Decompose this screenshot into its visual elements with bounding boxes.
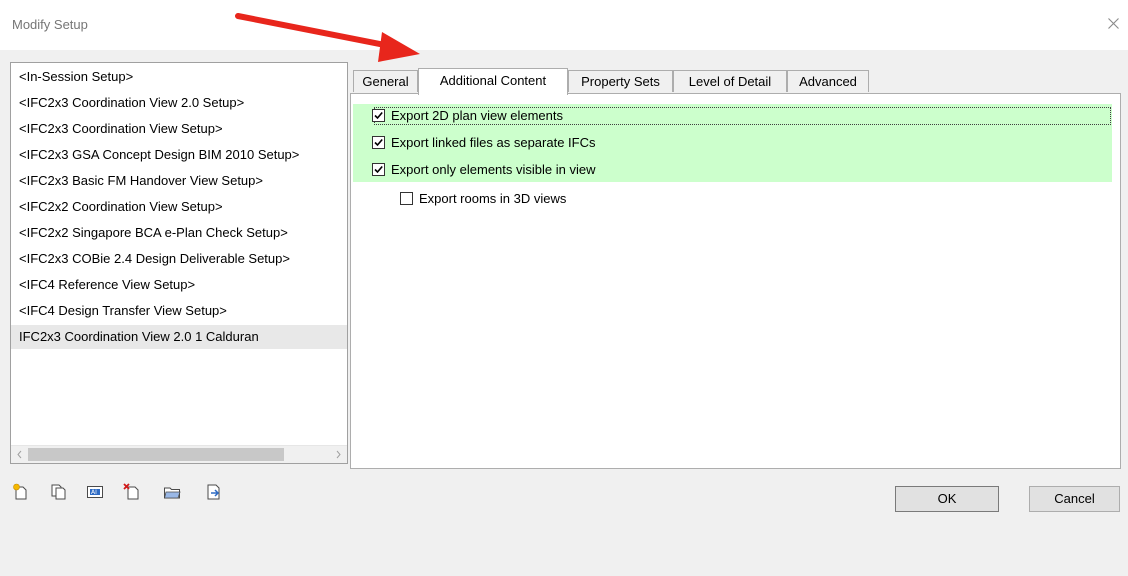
- annotation-arrow-icon: [235, 13, 420, 62]
- checkmark-icon: [374, 111, 383, 120]
- scrollbar-thumb[interactable]: [28, 448, 284, 461]
- export-setup-icon[interactable]: [205, 483, 223, 501]
- setup-list-item[interactable]: <IFC4 Design Transfer View Setup>: [11, 299, 347, 323]
- setup-list[interactable]: <In-Session Setup> <IFC2x3 Coordination …: [10, 62, 348, 464]
- tab-advanced[interactable]: Advanced: [787, 70, 869, 92]
- checkbox-box[interactable]: [400, 192, 413, 205]
- svg-text:AI: AI: [91, 489, 97, 496]
- tab-level-of-detail[interactable]: Level of Detail: [673, 70, 787, 92]
- checkbox-label: Export linked files as separate IFCs: [391, 135, 596, 150]
- additional-content-panel: Export 2D plan view elements Export link…: [350, 93, 1121, 469]
- setup-list-item[interactable]: <IFC2x3 Coordination View Setup>: [11, 117, 347, 141]
- chevron-right-icon: [336, 450, 341, 459]
- setup-list-item-selected[interactable]: IFC2x3 Coordination View 2.0 1 Calduran: [11, 325, 347, 349]
- scroll-right-button[interactable]: [330, 446, 347, 463]
- delete-setup-icon[interactable]: [123, 483, 141, 501]
- setup-list-item[interactable]: <IFC2x2 Singapore BCA e-Plan Check Setup…: [11, 221, 347, 245]
- checkbox-label: Export only elements visible in view: [391, 162, 596, 177]
- import-setup-icon[interactable]: [163, 483, 181, 501]
- checkbox-box[interactable]: [372, 136, 385, 149]
- setup-list-item[interactable]: <IFC4 Reference View Setup>: [11, 273, 347, 297]
- scroll-left-button[interactable]: [11, 446, 28, 463]
- tab-additional-content[interactable]: Additional Content: [418, 68, 568, 95]
- checkbox-box[interactable]: [372, 163, 385, 176]
- checkbox-label: Export rooms in 3D views: [419, 191, 567, 206]
- dialog-title: Modify Setup: [12, 17, 88, 32]
- ok-button[interactable]: OK: [895, 486, 999, 512]
- checkmark-icon: [374, 165, 383, 174]
- checkmark-icon: [374, 138, 383, 147]
- close-icon: [1108, 18, 1119, 29]
- setup-list-item[interactable]: <IFC2x3 Basic FM Handover View Setup>: [11, 169, 347, 193]
- modify-setup-dialog: Modify Setup <In-Session Setup> <IFC2x3 …: [0, 0, 1128, 576]
- new-setup-icon[interactable]: [12, 483, 30, 501]
- checkbox-box[interactable]: [372, 109, 385, 122]
- title-bar: Modify Setup: [0, 0, 1128, 50]
- duplicate-setup-icon[interactable]: [50, 483, 68, 501]
- setup-list-item[interactable]: <IFC2x3 COBie 2.4 Design Deliverable Set…: [11, 247, 347, 271]
- setup-list-item[interactable]: <IFC2x3 GSA Concept Design BIM 2010 Setu…: [11, 143, 347, 167]
- setup-list-item[interactable]: <IFC2x2 Coordination View Setup>: [11, 195, 347, 219]
- chevron-left-icon: [17, 450, 22, 459]
- rename-setup-icon[interactable]: AI: [86, 483, 104, 501]
- setup-list-item[interactable]: <IFC2x3 Coordination View 2.0 Setup>: [11, 91, 347, 115]
- close-button[interactable]: [1098, 8, 1128, 38]
- tab-property-sets[interactable]: Property Sets: [568, 70, 673, 92]
- horizontal-scrollbar[interactable]: [11, 445, 347, 463]
- checkbox-label: Export 2D plan view elements: [391, 108, 563, 123]
- cancel-button[interactable]: Cancel: [1029, 486, 1120, 512]
